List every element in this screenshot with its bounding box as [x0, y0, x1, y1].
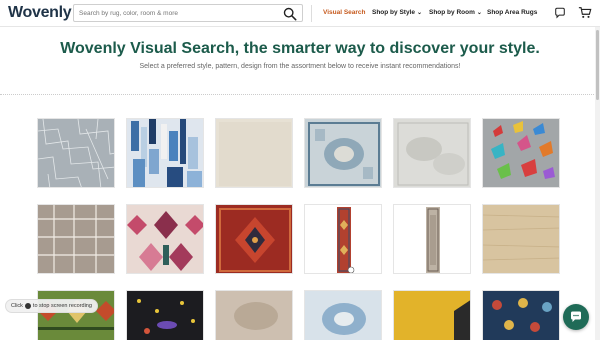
- rug-tile[interactable]: [393, 290, 471, 340]
- rug-image: [216, 119, 292, 187]
- stop-recording-icon[interactable]: [24, 303, 31, 309]
- nav-label: Shop by Room: [429, 9, 475, 16]
- rug-tile[interactable]: [37, 118, 115, 188]
- rug-image: [305, 119, 381, 187]
- rug-image: [216, 205, 292, 273]
- nav-label: Shop Area Rugs: [487, 9, 538, 16]
- rug-tile[interactable]: [482, 118, 560, 188]
- rug-image: [305, 291, 381, 340]
- rug-image: [38, 205, 114, 273]
- rug-image: [394, 119, 470, 187]
- search-icon[interactable]: [283, 7, 297, 21]
- scrollbar-thumb[interactable]: [596, 30, 599, 100]
- chat-button[interactable]: [563, 304, 589, 330]
- rug-tile[interactable]: [393, 204, 471, 274]
- chat-bubble-icon: [571, 311, 581, 322]
- page-subtitle: Select a preferred style, pattern, desig…: [139, 63, 461, 70]
- header-divider: [311, 5, 312, 22]
- chevron-down-icon: ⌄: [416, 10, 423, 16]
- page-title: Wovenly Visual Search, the smarter way t…: [60, 40, 540, 57]
- rug-tile[interactable]: [215, 290, 293, 340]
- rug-tile[interactable]: [304, 290, 382, 340]
- rug-tile[interactable]: [126, 118, 204, 188]
- cart-icon[interactable]: [578, 6, 592, 19]
- rug-image: [394, 205, 470, 273]
- rug-image: [216, 291, 292, 340]
- rug-tile[interactable]: [215, 118, 293, 188]
- rug-tile[interactable]: [215, 204, 293, 274]
- rug-tile[interactable]: [482, 290, 560, 340]
- rug-tile[interactable]: [126, 204, 204, 274]
- toast-suffix: to stop screen recording: [32, 303, 92, 309]
- logo[interactable]: Wovenly: [8, 4, 72, 22]
- chevron-down-icon: ⌄: [476, 10, 482, 16]
- nav-visual-search[interactable]: Visual Search: [323, 9, 366, 16]
- chat-icon[interactable]: [554, 7, 566, 19]
- rug-image: [127, 119, 203, 187]
- rug-image: [483, 119, 559, 187]
- recording-toast[interactable]: Click to stop screen recording: [5, 299, 98, 313]
- nav-shop-area-rugs[interactable]: Shop Area Rugs: [487, 9, 537, 16]
- rug-tile[interactable]: [304, 118, 382, 188]
- toast-prefix: Click: [11, 303, 23, 309]
- rug-image: [38, 119, 114, 187]
- nav-shop-by-room[interactable]: Shop by Room ⌄: [429, 9, 482, 16]
- section-divider: [0, 94, 600, 95]
- nav-label: Shop by Style: [372, 9, 415, 16]
- rug-image: [394, 291, 470, 340]
- rug-tile[interactable]: [304, 204, 382, 274]
- rug-image: [127, 205, 203, 273]
- rug-tile[interactable]: [393, 118, 471, 188]
- rug-image: [305, 205, 381, 273]
- rug-image: [483, 291, 559, 340]
- search-bar[interactable]: [73, 4, 303, 22]
- rug-image: [483, 205, 559, 273]
- rug-image: [127, 291, 203, 340]
- site-header: Wovenly Visual Search Shop by Style⌄ Sho…: [0, 0, 600, 27]
- rug-tile[interactable]: [37, 290, 115, 340]
- rug-tile[interactable]: [37, 204, 115, 274]
- nav-shop-by-style[interactable]: Shop by Style ⌄: [372, 9, 422, 16]
- rug-tile[interactable]: [126, 290, 204, 340]
- search-input[interactable]: [74, 9, 274, 17]
- rug-tile[interactable]: [482, 204, 560, 274]
- nav-label: Visual Search: [323, 9, 366, 16]
